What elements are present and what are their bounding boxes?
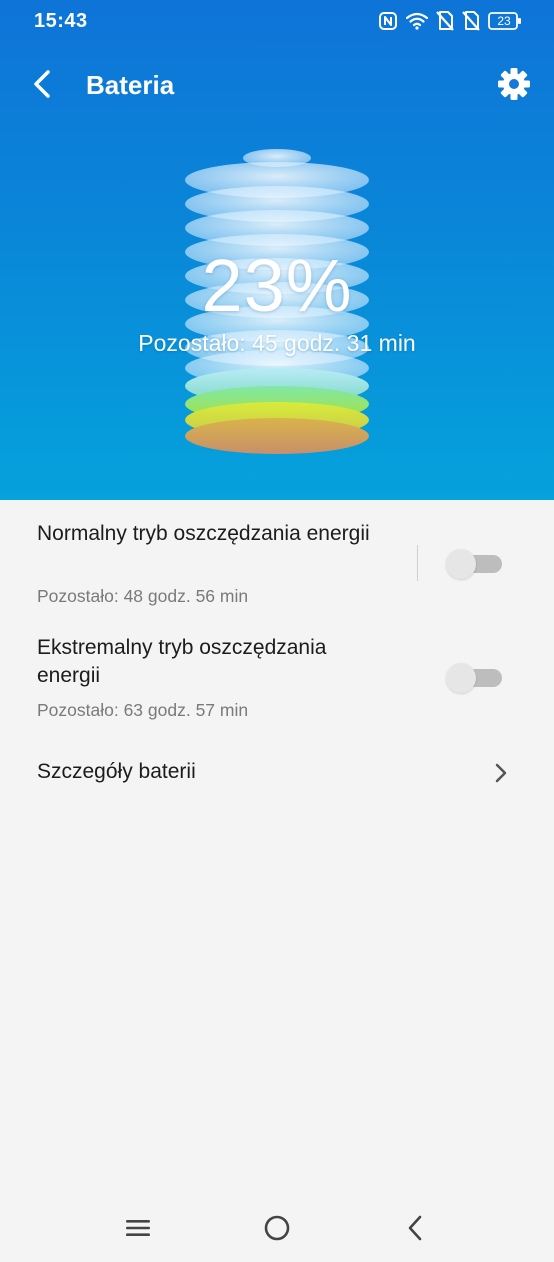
- back-icon: [408, 1215, 422, 1241]
- extreme-power-saving-title: Ekstremalny tryb oszczędzania energii: [37, 636, 327, 687]
- nfc-icon: [378, 11, 398, 31]
- app-bar: Bateria: [0, 56, 554, 116]
- normal-power-saving-title: Normalny tryb oszczędzania energii: [37, 522, 370, 545]
- navigation-bar: [0, 1190, 554, 1262]
- toggle-knob: [446, 663, 476, 693]
- menu-icon: [126, 1220, 150, 1236]
- status-icons: 23: [378, 9, 522, 33]
- battery-filled-discs: [185, 368, 369, 454]
- battery-details-row[interactable]: Szczegóły baterii: [0, 744, 554, 804]
- extreme-power-saving-row[interactable]: Ekstremalny tryb oszczędzania energii Po…: [0, 630, 554, 730]
- back-button[interactable]: [24, 64, 64, 104]
- status-bar: 15:43 23: [0, 0, 554, 42]
- settings-button[interactable]: [494, 64, 534, 104]
- battery-level-text: 23: [497, 14, 511, 28]
- battery-remaining-time: Pozostało: 45 godz. 31 min: [138, 330, 416, 356]
- page-title: Bateria: [86, 70, 175, 100]
- extreme-power-saving-remaining: Pozostało: 63 godz. 57 min: [37, 700, 249, 720]
- row-divider: [417, 545, 418, 581]
- back-arrow-icon: [34, 70, 50, 98]
- battery-icon: 23: [488, 12, 522, 30]
- home-icon: [264, 1215, 290, 1241]
- toggle-knob: [446, 549, 476, 579]
- battery-details-label: Szczegóły baterii: [37, 760, 196, 783]
- gear-icon: [498, 68, 530, 100]
- battery-percent: 23%: [201, 244, 353, 327]
- chevron-right-icon: [495, 763, 507, 783]
- no-sim-icon: [462, 11, 480, 31]
- recent-apps-button[interactable]: [118, 1208, 158, 1248]
- extreme-power-saving-toggle[interactable]: [446, 663, 502, 693]
- normal-power-saving-remaining: Pozostało: 48 godz. 56 min: [37, 586, 249, 606]
- normal-power-saving-toggle[interactable]: [446, 549, 502, 579]
- normal-power-saving-row[interactable]: Normalny tryb oszczędzania energii Pozos…: [0, 516, 554, 616]
- home-button[interactable]: [257, 1208, 297, 1248]
- status-time: 15:43: [34, 10, 88, 32]
- no-sim-icon: [436, 11, 454, 31]
- battery-header: 15:43 23 Bateria 23% Pozostało: 45 godz.…: [0, 0, 554, 500]
- nav-back-button[interactable]: [395, 1208, 435, 1248]
- wifi-icon: [406, 12, 428, 30]
